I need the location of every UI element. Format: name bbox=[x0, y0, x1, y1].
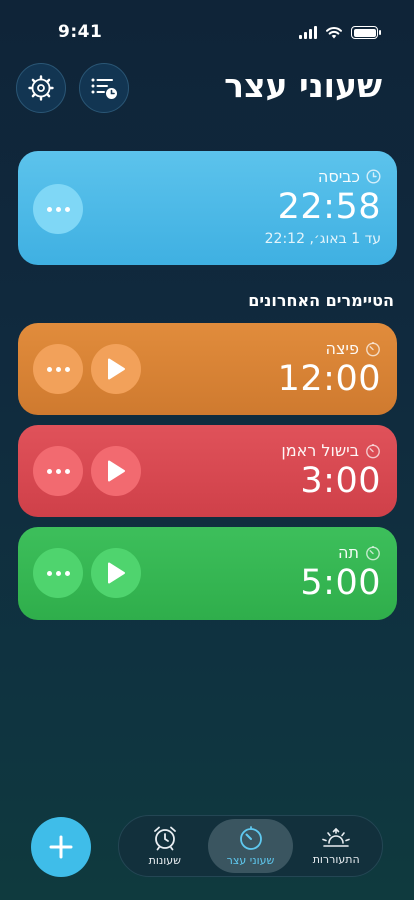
active-timer-card[interactable]: כביסה 22:58 עד 1 באוג׳, 22:12 bbox=[18, 151, 397, 265]
battery-icon bbox=[351, 26, 381, 39]
recent-timer-card[interactable]: בישול ראמן 3:00 bbox=[18, 425, 397, 517]
timer-name-row: תה bbox=[338, 543, 381, 562]
more-button[interactable] bbox=[33, 184, 83, 234]
play-button[interactable] bbox=[91, 548, 141, 598]
play-button[interactable] bbox=[91, 446, 141, 496]
recent-timers-title: הטיימרים האחרונים bbox=[248, 291, 394, 310]
plus-icon bbox=[49, 835, 73, 859]
tab-label: שעוני עצר bbox=[226, 854, 275, 867]
more-icon bbox=[46, 468, 70, 474]
timer-duration: 3:00 bbox=[300, 461, 381, 501]
settings-button[interactable] bbox=[16, 63, 66, 113]
tab-alarms[interactable]: שעונות bbox=[122, 819, 208, 873]
add-timer-button[interactable] bbox=[31, 817, 91, 877]
more-icon bbox=[46, 366, 70, 372]
list-clock-icon bbox=[91, 78, 117, 99]
play-icon bbox=[108, 358, 125, 380]
timer-name: כביסה bbox=[317, 167, 360, 186]
timer-remaining: 22:58 bbox=[277, 187, 381, 227]
timer-duration: 5:00 bbox=[300, 563, 381, 603]
timer-name-row: כביסה bbox=[318, 167, 381, 186]
recent-timer-card[interactable]: פיצה 12:00 bbox=[18, 323, 397, 415]
status-icons bbox=[299, 26, 381, 39]
timer-icon bbox=[366, 545, 380, 560]
more-button[interactable] bbox=[33, 548, 83, 598]
play-icon bbox=[108, 562, 125, 584]
timer-icon bbox=[366, 341, 380, 356]
timer-icon bbox=[239, 826, 262, 850]
more-icon bbox=[46, 570, 70, 576]
timer-duration: 12:00 bbox=[277, 359, 381, 399]
tab-label: התעוררות bbox=[312, 853, 360, 866]
recent-timer-card[interactable]: תה 5:00 bbox=[18, 527, 397, 620]
tab-bar: התעוררות שעוני עצר שעונות bbox=[118, 815, 383, 877]
timer-name: פיצה bbox=[325, 339, 359, 358]
status-time: 9:41 bbox=[58, 22, 103, 42]
timer-name-row: בישול ראמן bbox=[281, 441, 381, 460]
more-button[interactable] bbox=[33, 344, 83, 394]
timer-name: תה bbox=[338, 543, 359, 562]
tab-timers[interactable]: שעוני עצר bbox=[207, 819, 294, 873]
timer-icon bbox=[366, 443, 380, 458]
cellular-signal-icon bbox=[299, 26, 317, 39]
status-bar: 9:41 bbox=[0, 0, 414, 60]
sunrise-icon bbox=[322, 827, 350, 847]
tab-wakeup[interactable]: התעוררות bbox=[293, 819, 379, 873]
tab-label: שעונות bbox=[148, 854, 181, 867]
timer-end-time: עד 1 באוג׳, 22:12 bbox=[264, 231, 381, 247]
timer-list-button[interactable] bbox=[79, 63, 129, 113]
page-title: שעוני עצר bbox=[224, 66, 382, 105]
play-icon bbox=[108, 460, 125, 482]
play-button[interactable] bbox=[91, 344, 141, 394]
more-icon bbox=[46, 206, 70, 212]
timer-name-row: פיצה bbox=[325, 339, 381, 358]
timer-name: בישול ראמן bbox=[281, 441, 359, 460]
more-button[interactable] bbox=[33, 446, 83, 496]
wifi-icon bbox=[326, 26, 342, 39]
clock-icon bbox=[366, 169, 381, 184]
alarm-clock-icon bbox=[153, 826, 176, 851]
gear-icon bbox=[28, 75, 54, 101]
